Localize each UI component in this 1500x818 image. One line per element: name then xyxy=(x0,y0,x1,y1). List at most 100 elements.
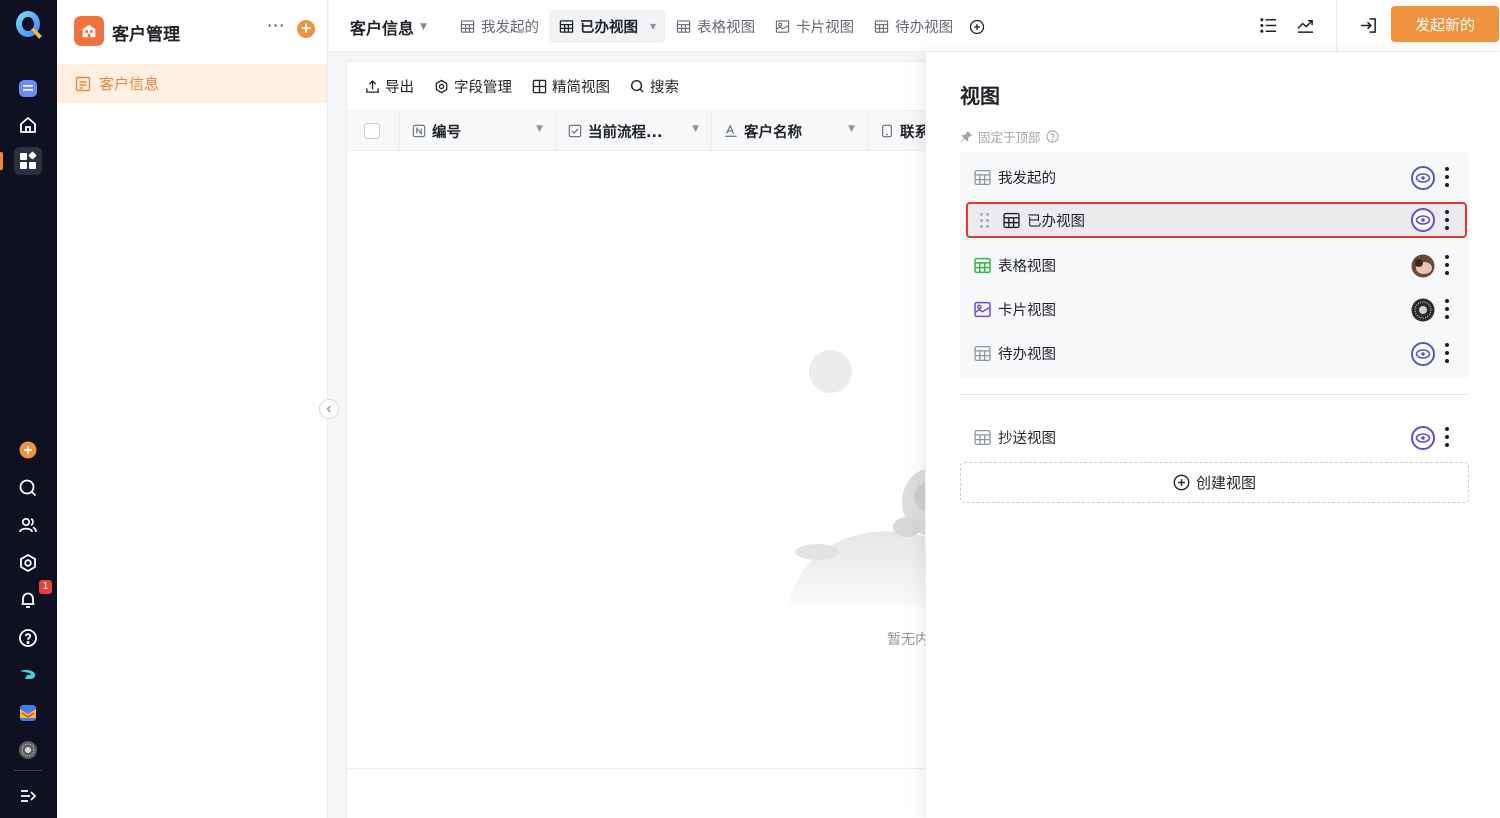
table-icon xyxy=(1003,212,1020,229)
tab-my-initiated[interactable]: 我发起的 xyxy=(450,10,549,43)
eye-icon[interactable] xyxy=(1411,166,1435,190)
contacts-icon[interactable] xyxy=(14,511,42,539)
table-green-icon xyxy=(974,257,991,274)
global-rail: 1 xyxy=(0,0,57,818)
view-label: 表格视图 xyxy=(998,258,1056,275)
start-new-button[interactable]: 发起新的 xyxy=(1391,6,1499,42)
tab-card-view[interactable]: 卡片视图 xyxy=(765,10,864,43)
more-vertical-icon[interactable] xyxy=(1444,255,1450,275)
mail-app-icon[interactable] xyxy=(14,699,42,727)
add-view-tab-button[interactable] xyxy=(963,10,991,43)
app-logo-icon xyxy=(74,16,104,46)
user-avatar[interactable] xyxy=(1411,298,1435,322)
expand-rail-icon[interactable] xyxy=(14,782,42,810)
home-icon[interactable] xyxy=(14,111,42,139)
settings-icon[interactable] xyxy=(14,549,42,577)
select-all-checkbox[interactable] xyxy=(364,123,380,139)
search-button[interactable]: 搜索 xyxy=(630,76,679,97)
table-icon xyxy=(875,20,889,33)
view-row-done-view[interactable]: 已办视图 xyxy=(966,202,1467,238)
calendar-app-icon[interactable] xyxy=(14,74,42,102)
form-title: 客户信息 xyxy=(350,19,415,38)
view-label: 已办视图 xyxy=(1027,213,1085,230)
column-header-customer-name[interactable]: 客户名称 ▼ xyxy=(712,111,868,151)
export-button[interactable]: 导出 xyxy=(365,76,414,97)
view-row-todo-view[interactable]: 待办视图 xyxy=(960,331,1469,375)
collapse-sidebar-button[interactable] xyxy=(319,399,339,419)
add-form-button[interactable]: + xyxy=(297,20,315,38)
more-vertical-icon[interactable] xyxy=(1444,210,1450,230)
tab-todo-view[interactable]: 待办视图 xyxy=(864,10,963,43)
tab-done-view[interactable]: 已办视图 ▼ xyxy=(549,10,667,43)
empty-state-text: 暂无内 xyxy=(887,632,929,648)
column-menu-icon[interactable]: ▼ xyxy=(692,124,699,134)
search-icon[interactable] xyxy=(14,474,42,502)
search-label: 搜索 xyxy=(650,80,679,96)
field-manage-label: 字段管理 xyxy=(454,80,512,96)
table-container: 导出 字段管理 精简视图 搜索 编号 ▼ 当前流程... ▼ 客户名称 ▼ 联系… xyxy=(346,61,947,818)
eye-icon[interactable] xyxy=(1411,426,1435,450)
view-row-cc-view[interactable]: 抄送视图 xyxy=(960,415,1469,459)
user-avatar[interactable] xyxy=(1411,254,1435,278)
view-label: 待办视图 xyxy=(998,346,1056,363)
caret-down-icon[interactable]: ▼ xyxy=(650,22,656,31)
dingtalk-app-icon[interactable] xyxy=(14,661,42,689)
add-icon[interactable] xyxy=(14,436,42,464)
user-avatar[interactable] xyxy=(14,736,42,764)
column-header-number[interactable]: 编号 ▼ xyxy=(400,111,556,151)
compact-view-button[interactable]: 精简视图 xyxy=(532,76,610,97)
question-circle-icon[interactable] xyxy=(1045,130,1059,143)
table-toolbar: 导出 字段管理 精简视图 搜索 xyxy=(365,76,679,97)
column-menu-icon[interactable]: ▼ xyxy=(536,124,543,134)
nav-item-label: 客户信息 xyxy=(99,75,160,93)
eye-icon[interactable] xyxy=(1411,342,1435,366)
text-field-icon xyxy=(725,124,737,137)
form-title-dropdown[interactable]: 客户信息 ▼ xyxy=(350,15,427,39)
top-header: 客户信息 ▼ 我发起的 已办视图 ▼ 表格视图 卡片视图 待办视图 发起新的 xyxy=(329,0,1500,52)
rail-divider xyxy=(14,770,42,771)
view-row-my-initiated[interactable]: 我发起的 xyxy=(960,155,1469,199)
create-view-label: 创建视图 xyxy=(1195,474,1256,492)
view-row-table-view[interactable]: 表格视图 xyxy=(960,243,1469,287)
workbench-icon[interactable] xyxy=(14,147,42,175)
more-vertical-icon[interactable] xyxy=(1444,343,1450,363)
tab-table-view[interactable]: 表格视图 xyxy=(666,10,765,43)
more-options-icon[interactable]: ··· xyxy=(267,16,285,35)
tab-label: 待办视图 xyxy=(895,20,954,36)
column-label: 当前流程... xyxy=(588,124,663,141)
empty-state-illustration xyxy=(787,468,947,607)
drag-handle-icon[interactable] xyxy=(980,213,989,228)
create-view-button[interactable]: 创建视图 xyxy=(960,462,1469,503)
column-menu-icon[interactable]: ▼ xyxy=(848,124,855,134)
table-icon xyxy=(974,345,991,362)
upload-icon xyxy=(366,79,379,93)
app-title: 客户管理 xyxy=(112,25,180,45)
trend-chart-icon[interactable] xyxy=(1294,14,1316,36)
list-menu-icon[interactable] xyxy=(1257,14,1279,36)
table-footer-divider xyxy=(347,768,947,769)
more-vertical-icon[interactable] xyxy=(1444,299,1450,319)
panel-title: 视图 xyxy=(960,84,1000,108)
nav-item-customer-info[interactable]: 客户信息 xyxy=(57,64,327,103)
table-icon xyxy=(974,169,991,186)
more-vertical-icon[interactable] xyxy=(1444,167,1450,187)
column-header-process[interactable]: 当前流程... ▼ xyxy=(556,111,712,151)
table-icon xyxy=(460,20,475,33)
select-all-cell xyxy=(347,111,400,151)
table-icon xyxy=(559,20,574,33)
q-logo-icon[interactable] xyxy=(13,9,45,41)
form-icon xyxy=(75,76,91,91)
number-field-icon xyxy=(412,124,426,138)
eye-icon[interactable] xyxy=(1411,208,1435,232)
plus-circle-icon xyxy=(970,19,985,34)
table-icon xyxy=(974,429,991,446)
bell-icon[interactable] xyxy=(14,586,42,614)
help-icon[interactable] xyxy=(14,624,42,652)
export-label: 导出 xyxy=(385,80,414,96)
view-row-card-view[interactable]: 卡片视图 xyxy=(960,287,1469,331)
login-icon[interactable] xyxy=(1357,14,1379,36)
more-vertical-icon[interactable] xyxy=(1444,427,1450,447)
tab-label: 卡片视图 xyxy=(796,20,855,36)
field-manage-button[interactable]: 字段管理 xyxy=(434,76,512,97)
views-panel: 视图 固定于顶部 我发起的 已办视图 表格视图 卡片视图 待办视图 抄送视图 创… xyxy=(925,52,1500,818)
